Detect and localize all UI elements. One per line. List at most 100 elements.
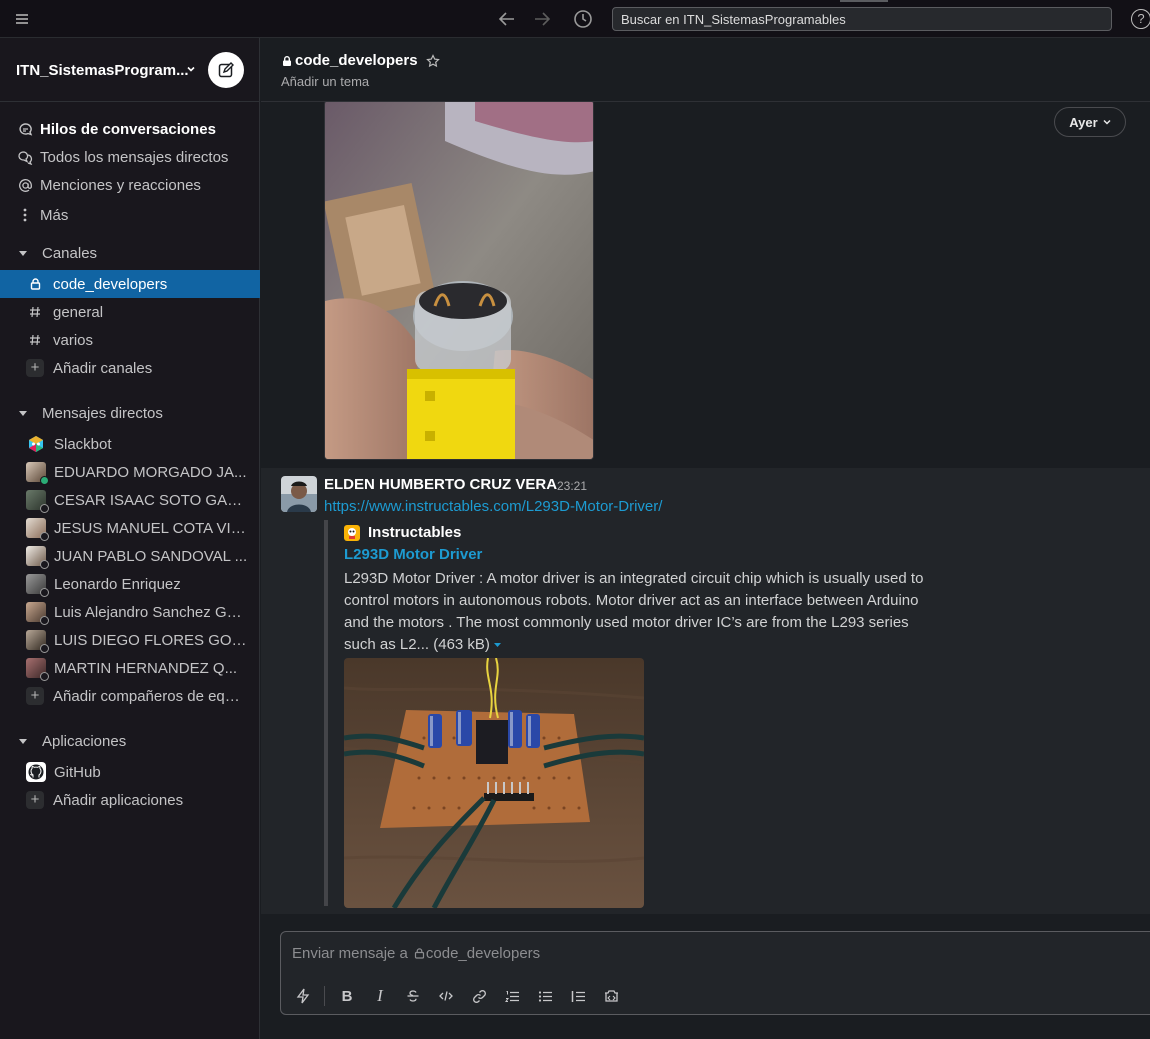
attachment-source-name: Instructables <box>368 524 462 541</box>
sidebar-item-mentions[interactable]: Menciones y reacciones <box>0 171 260 199</box>
sidebar-item-dm[interactable]: MARTIN HERNANDEZ Q... <box>0 654 260 682</box>
message-input[interactable]: Enviar mensaje a code_developers <box>292 945 540 962</box>
code-block-icon[interactable] <box>597 982 625 1010</box>
toolbar-divider <box>324 986 325 1006</box>
sidebar-item-app-github[interactable]: GitHub <box>0 758 260 786</box>
sidebar-item-dm[interactable]: Luis Alejandro Sanchez Gall... <box>0 598 260 626</box>
add-apps-button[interactable]: + Añadir aplicaciones <box>0 786 260 814</box>
motor-driver-board-image[interactable] <box>344 658 644 908</box>
sidebar-item-varios[interactable]: varios <box>0 326 260 354</box>
link-icon[interactable] <box>465 982 493 1010</box>
message-link[interactable]: https://www.instructables.com/L293D-Moto… <box>324 498 662 515</box>
sidebar-item-label: Slackbot <box>54 435 112 453</box>
bulleted-list-icon[interactable] <box>531 982 559 1010</box>
chevron-down-icon <box>1103 119 1111 125</box>
sidebar-item-threads[interactable]: Hilos de conversaciones <box>0 115 260 143</box>
sidebar-item-general[interactable]: general <box>0 298 260 326</box>
compose-icon <box>218 62 234 78</box>
channel-title[interactable]: code_developers <box>281 52 440 69</box>
hamburger-menu-icon[interactable] <box>14 11 30 27</box>
sidebar-item-label: GitHub <box>54 763 101 781</box>
sidebar-item-dm[interactable]: Leonardo Enriquez <box>0 570 260 598</box>
message-timestamp[interactable]: 23:21 <box>557 479 587 493</box>
star-icon[interactable] <box>425 53 440 68</box>
collapse-toggle-icon[interactable] <box>493 640 502 649</box>
sidebar-item-dm[interactable]: CESAR ISAAC SOTO GAR... <box>0 486 260 514</box>
sidebar-item-label: LUIS DIEGO FLORES GON... <box>54 631 249 649</box>
message-composer[interactable]: Enviar mensaje a code_developers B I <box>280 931 1150 1015</box>
sidebar-item-dm[interactable]: EDUARDO MORGADO JA... <box>0 458 260 486</box>
caret-down-icon[interactable] <box>18 408 28 418</box>
lock-icon <box>414 948 425 959</box>
motor-photo-image[interactable] <box>324 102 594 460</box>
workspace-header[interactable]: ITN_SistemasProgram... <box>0 38 260 102</box>
sidebar-item-label: MARTIN HERNANDEZ Q... <box>54 659 238 677</box>
section-label: Mensajes directos <box>42 404 163 422</box>
day-divider-label: Ayer <box>1069 114 1098 130</box>
sidebar-item-label: code_developers <box>53 275 168 293</box>
avatar <box>26 546 49 569</box>
sidebar-item-all-dms[interactable]: Todos los mensajes directos <box>0 143 260 171</box>
formatting-toolbar: B I <box>289 982 630 1010</box>
attachment-source: Instructables <box>344 524 461 541</box>
caret-down-icon[interactable] <box>18 248 28 258</box>
sidebar-item-label: Añadir compañeros de equi... <box>53 687 248 705</box>
sidebar-item-label: Todos los mensajes directos <box>40 148 229 166</box>
code-icon[interactable] <box>432 982 460 1010</box>
attachment-size: (463 kB) <box>433 636 490 653</box>
workspace-name[interactable]: ITN_SistemasProgram... <box>16 62 189 79</box>
sidebar-item-dm[interactable]: JUAN PABLO SANDOVAL ... <box>0 542 260 570</box>
presence-away-icon <box>40 672 49 681</box>
sidebar-item-dm-slackbot[interactable]: Slackbot <box>0 430 260 458</box>
presence-away-icon <box>40 504 49 513</box>
blockquote-icon[interactable] <box>564 982 592 1010</box>
presence-away-icon <box>40 560 49 569</box>
presence-away-icon <box>40 644 49 653</box>
add-topic-link[interactable]: Añadir un tema <box>281 74 369 89</box>
channel-name: code_developers <box>295 52 418 69</box>
sidebar-item-label: varios <box>53 331 94 349</box>
sidebar-item-more[interactable]: Más <box>0 201 260 229</box>
presence-away-icon <box>40 532 49 541</box>
sidebar-item-dm[interactable]: LUIS DIEGO FLORES GON... <box>0 626 260 654</box>
link-preview-attachment: Instructables L293D Motor Driver L293D M… <box>324 520 924 908</box>
sidebar-item-code-developers[interactable]: code_developers <box>0 270 260 298</box>
bold-button[interactable]: B <box>333 982 361 1010</box>
attachment-description: L293D Motor Driver : A motor driver is a… <box>344 568 924 656</box>
direct-messages-icon <box>16 148 34 166</box>
channels-section-header[interactable]: Canales <box>0 239 260 267</box>
help-icon[interactable]: ? <box>1131 9 1150 29</box>
avatar[interactable] <box>281 476 317 512</box>
presence-away-icon <box>40 616 49 625</box>
caret-down-icon[interactable] <box>18 736 28 746</box>
sidebar-item-label: CESAR ISAAC SOTO GAR... <box>54 491 249 509</box>
presence-away-icon <box>40 588 49 597</box>
attachment-title-link[interactable]: L293D Motor Driver <box>344 546 482 563</box>
shortcuts-lightning-icon[interactable] <box>289 982 317 1010</box>
history-clock-icon[interactable] <box>572 8 594 30</box>
forward-arrow-icon[interactable] <box>531 8 553 30</box>
sidebar-item-dm[interactable]: JESUS MANUEL COTA VIL... <box>0 514 260 542</box>
add-channels-button[interactable]: + Añadir canales <box>0 354 260 382</box>
direct-messages-section-header[interactable]: Mensajes directos <box>0 399 260 427</box>
strikethrough-icon[interactable] <box>399 982 427 1010</box>
section-label: Canales <box>42 244 98 262</box>
compose-button[interactable] <box>208 52 244 88</box>
message[interactable]: ELDEN HUMBERTO CRUZ VERA 23:21 https://w… <box>261 468 1150 914</box>
italic-button[interactable]: I <box>366 982 394 1010</box>
sidebar-item-label: Añadir canales <box>53 359 153 377</box>
ordered-list-icon[interactable] <box>498 982 526 1010</box>
search-input[interactable]: Buscar en ITN_SistemasProgramables <box>612 7 1112 31</box>
back-arrow-icon[interactable] <box>496 8 518 30</box>
avatar <box>26 574 49 597</box>
sidebar: ITN_SistemasProgram... Hilos de conversa… <box>0 38 260 1039</box>
day-divider-button[interactable]: Ayer <box>1054 107 1126 137</box>
plus-icon: + <box>26 791 44 809</box>
sidebar-item-label: general <box>53 303 104 321</box>
sender-name[interactable]: ELDEN HUMBERTO CRUZ VERA <box>324 476 557 493</box>
apps-section-header[interactable]: Aplicaciones <box>0 727 260 755</box>
lock-icon <box>26 275 44 293</box>
add-teammates-button[interactable]: + Añadir compañeros de equi... <box>0 682 260 710</box>
chevron-down-icon[interactable] <box>186 64 196 74</box>
at-sign-icon <box>16 176 34 194</box>
